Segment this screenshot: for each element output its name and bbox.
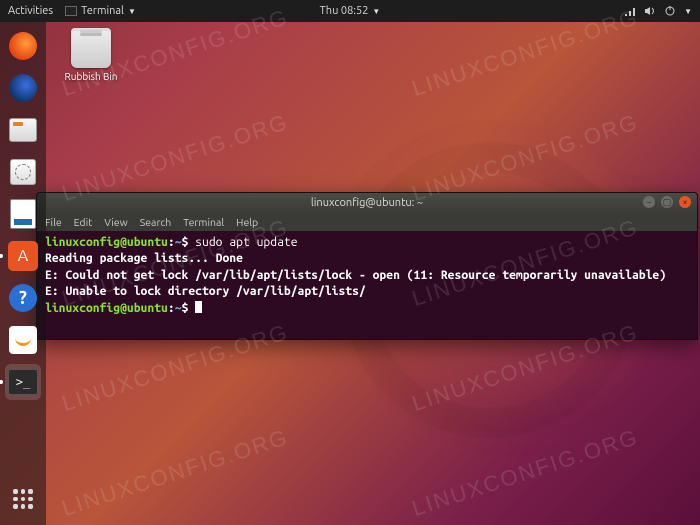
menu-terminal[interactable]: Terminal: [183, 216, 224, 228]
terminal-titlebar[interactable]: linuxconfig@ubuntu: ~ – ▢ ×: [37, 193, 697, 213]
show-applications-button[interactable]: [5, 481, 41, 517]
dock-firefox[interactable]: [5, 28, 41, 64]
close-button[interactable]: ×: [679, 196, 691, 208]
apps-grid-icon: [13, 489, 33, 509]
trash-icon: [71, 28, 111, 68]
menu-file[interactable]: File: [45, 216, 62, 228]
system-tray[interactable]: ▼: [624, 5, 692, 17]
top-panel: Activities Terminal ▼ Thu 08:52 ▼ ▼: [0, 0, 700, 22]
terminal-icon: [65, 6, 77, 16]
prompt-user: linuxconfig@ubuntu: [45, 302, 168, 315]
power-icon: [664, 5, 676, 17]
dock: A ? >_: [0, 22, 46, 525]
chevron-down-icon: ▼: [684, 7, 692, 16]
menu-help[interactable]: Help: [236, 216, 258, 228]
firefox-icon: [9, 32, 37, 60]
minimize-button[interactable]: –: [643, 196, 655, 208]
app-menu-label: Terminal: [81, 5, 124, 17]
prompt-symbol: $: [182, 302, 189, 315]
help-icon: ?: [9, 284, 37, 312]
rhythmbox-icon: [10, 159, 36, 185]
dock-amazon[interactable]: [5, 322, 41, 358]
app-menu[interactable]: Terminal ▼: [65, 5, 136, 17]
terminal-title: linuxconfig@ubuntu: ~: [311, 197, 423, 209]
dock-software[interactable]: A: [5, 238, 41, 274]
libreoffice-writer-icon: [10, 199, 36, 229]
dock-files[interactable]: [5, 112, 41, 148]
activities-button[interactable]: Activities: [8, 5, 53, 17]
thunderbird-icon: [9, 74, 37, 102]
clock[interactable]: Thu 08:52 ▼: [320, 5, 381, 17]
ubuntu-software-icon: A: [8, 241, 38, 271]
chevron-down-icon: ▼: [372, 7, 380, 16]
prompt-path: ~: [175, 302, 182, 315]
terminal-window: linuxconfig@ubuntu: ~ – ▢ × File Edit Vi…: [36, 192, 698, 340]
menu-edit[interactable]: Edit: [74, 216, 93, 228]
volume-icon: [644, 5, 656, 17]
terminal-body[interactable]: linuxconfig@ubuntu:~$ sudo apt update Re…: [37, 231, 697, 339]
output-line: Reading package lists... Done: [45, 252, 243, 265]
menu-search[interactable]: Search: [140, 216, 172, 228]
clock-label: Thu 08:52: [320, 5, 369, 17]
menu-view[interactable]: View: [104, 216, 128, 228]
terminal-icon: >_: [8, 369, 38, 395]
prompt-user: linuxconfig@ubuntu: [45, 236, 168, 249]
network-icon: [624, 5, 636, 17]
dock-thunderbird[interactable]: [5, 70, 41, 106]
dock-help[interactable]: ?: [5, 280, 41, 316]
desktop-trash-label: Rubbish Bin: [60, 71, 122, 82]
output-line: E: Could not get lock /var/lib/apt/lists…: [45, 269, 666, 282]
command-1: sudo apt update: [195, 236, 297, 249]
prompt-path: ~: [175, 236, 182, 249]
files-icon: [9, 118, 37, 142]
output-line: E: Unable to lock directory /var/lib/apt…: [45, 285, 366, 298]
cursor: [195, 301, 202, 313]
terminal-menubar: File Edit View Search Terminal Help: [37, 213, 697, 231]
dock-rhythmbox[interactable]: [5, 154, 41, 190]
dock-writer[interactable]: [5, 196, 41, 232]
maximize-button[interactable]: ▢: [661, 196, 673, 208]
prompt-symbol: $: [182, 236, 189, 249]
desktop-trash[interactable]: Rubbish Bin: [60, 28, 122, 82]
dock-terminal[interactable]: >_: [5, 364, 41, 400]
chevron-down-icon: ▼: [128, 7, 136, 16]
amazon-icon: [9, 326, 37, 354]
